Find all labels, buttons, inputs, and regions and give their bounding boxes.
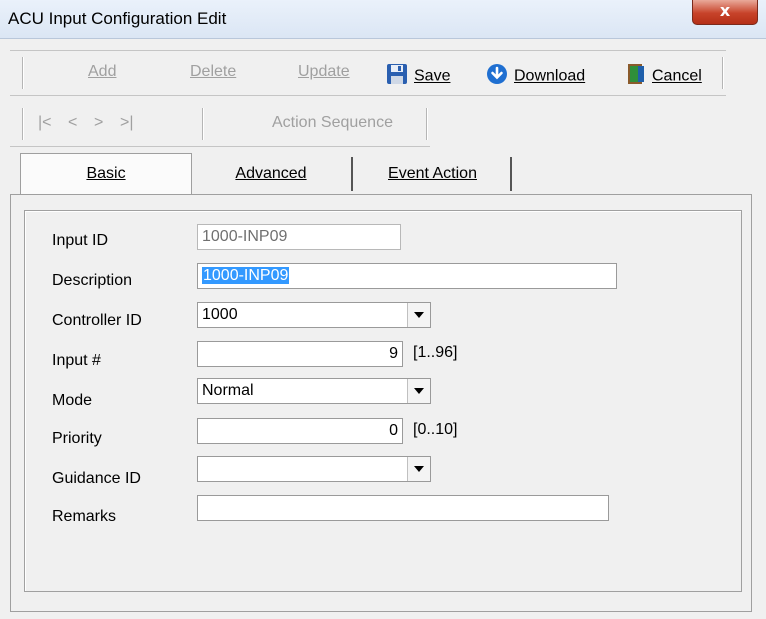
cancel-button[interactable]: Cancel [626, 63, 702, 90]
input-number-field[interactable]: 9 [197, 341, 403, 367]
next-record-button[interactable]: > [94, 114, 103, 132]
tab-basic[interactable]: Basic [20, 153, 192, 194]
exit-door-icon [626, 63, 646, 90]
toolbar-separator [202, 108, 203, 140]
mode-value: Normal [202, 382, 254, 399]
window-title: ACU Input Configuration Edit [8, 9, 227, 28]
add-button[interactable]: Add [88, 63, 116, 81]
tab-strip: Basic Advanced Event Action [10, 153, 756, 207]
update-button[interactable]: Update [298, 63, 350, 81]
guidance-id-select[interactable] [197, 456, 431, 482]
close-button[interactable]: x [692, 0, 758, 25]
window: ACU Input Configuration Edit x Add Delet… [0, 0, 766, 619]
controller-id-select[interactable]: 1000 [197, 302, 431, 328]
description-field[interactable]: 1000-INP09 [197, 263, 617, 289]
toolbar-separator [22, 57, 23, 89]
guidance-id-label: Guidance ID [52, 470, 141, 487]
download-arrow-icon [486, 63, 508, 90]
description-label: Description [52, 272, 133, 289]
previous-record-button[interactable]: < [68, 114, 77, 132]
chevron-down-icon[interactable] [407, 457, 430, 481]
close-icon: x [719, 1, 731, 20]
tab-event-action[interactable]: Event Action [355, 157, 512, 191]
input-id-field[interactable]: 1000-INP09 [197, 224, 401, 250]
priority-field[interactable]: 0 [197, 418, 403, 444]
controller-id-label: Controller ID [52, 312, 142, 329]
delete-button[interactable]: Delete [190, 63, 236, 81]
chevron-down-icon[interactable] [407, 379, 430, 403]
input-number-range: [1..96] [413, 344, 458, 361]
last-record-button[interactable]: >| [120, 114, 134, 132]
description-value: 1000-INP09 [202, 267, 290, 284]
input-number-label: Input # [52, 352, 101, 369]
main-toolbar: Add Delete Update Save Download Cancel [10, 50, 726, 96]
navigation-toolbar: |< < > >| Action Sequence [10, 102, 430, 147]
controller-id-value: 1000 [202, 306, 238, 323]
first-record-button[interactable]: |< [38, 114, 52, 132]
remarks-label: Remarks [52, 508, 117, 525]
input-id-label: Input ID [52, 232, 109, 249]
title-bar: ACU Input Configuration Edit x [0, 0, 766, 39]
toolbar-separator [426, 108, 427, 140]
priority-range: [0..10] [413, 421, 458, 438]
download-button[interactable]: Download [486, 63, 585, 90]
chevron-down-icon[interactable] [407, 303, 430, 327]
mode-label: Mode [52, 392, 93, 409]
tab-advanced[interactable]: Advanced [191, 157, 353, 191]
remarks-field[interactable] [197, 495, 609, 521]
mode-select[interactable]: Normal [197, 378, 431, 404]
toolbar-separator [22, 108, 23, 140]
save-button[interactable]: Save [386, 63, 450, 90]
action-sequence-button[interactable]: Action Sequence [272, 114, 393, 132]
floppy-disk-icon [386, 63, 408, 90]
priority-label: Priority [52, 430, 102, 447]
toolbar-separator [722, 57, 723, 89]
